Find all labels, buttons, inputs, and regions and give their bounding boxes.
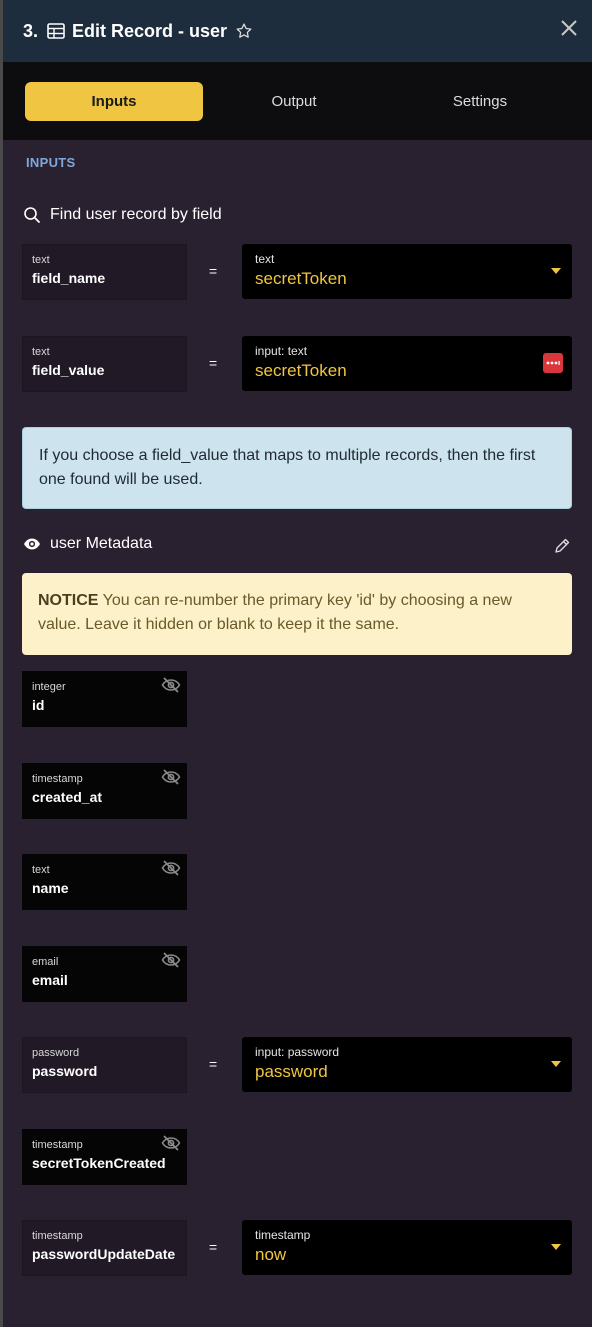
- notice-text: You can re-number the primary key 'id' b…: [38, 592, 512, 633]
- more-options-icon[interactable]: [543, 353, 563, 373]
- panel-header: 3. Edit Record - user: [0, 0, 592, 62]
- pencil-icon[interactable]: [553, 537, 571, 555]
- metadata-heading: user Metadata: [23, 535, 152, 553]
- field-type: text: [32, 864, 50, 876]
- notice-callout: NOTICE You can re-number the primary key…: [22, 573, 572, 655]
- value-text: now: [255, 1245, 287, 1264]
- value-text: secretToken: [255, 269, 347, 288]
- eye-icon: [24, 538, 40, 550]
- value-type-label: text: [255, 252, 275, 266]
- field-type: email: [32, 956, 59, 968]
- chevron-down-icon: [551, 268, 561, 274]
- eye-off-icon[interactable]: [161, 1135, 181, 1151]
- record-field-name: text name: [22, 854, 187, 910]
- record-field-created-at: timestamp created_at: [22, 763, 187, 819]
- field-name: field_value: [32, 362, 105, 378]
- page-title: Edit Record - user: [72, 20, 228, 41]
- info-callout: If you choose a field_value that maps to…: [22, 427, 572, 509]
- value-text: secretToken: [255, 361, 347, 380]
- value-text: password: [255, 1062, 328, 1081]
- value-type-label: input: text: [255, 344, 308, 358]
- field-value-input[interactable]: input: text secretToken: [242, 336, 572, 391]
- field-type: timestamp: [32, 773, 83, 785]
- field-name: created_at: [32, 789, 103, 805]
- tab-output[interactable]: Output: [205, 82, 383, 121]
- value-type-label: timestamp: [255, 1228, 311, 1242]
- field-name: name: [32, 880, 69, 896]
- record-field-email: email email: [22, 946, 187, 1002]
- tab-bar: Inputs Output Settings: [0, 62, 592, 140]
- record-field-password-update-date: timestamp passwordUpdateDate: [22, 1220, 187, 1276]
- field-type: timestamp: [32, 1139, 83, 1151]
- field-name: id: [32, 697, 45, 713]
- field-name: secretTokenCreated: [32, 1155, 166, 1171]
- field-type: text: [32, 254, 50, 266]
- record-field-secret-token-created: timestamp secretTokenCreated: [22, 1129, 187, 1185]
- eye-off-icon[interactable]: [161, 677, 181, 693]
- eye-off-icon[interactable]: [161, 952, 181, 968]
- field-type: timestamp: [32, 1230, 83, 1242]
- record-field-id: integer id: [22, 671, 187, 727]
- field-value-box: text field_value: [22, 336, 187, 392]
- search-icon: [24, 207, 40, 223]
- equals-sign: =: [209, 1239, 218, 1255]
- table-icon: [47, 23, 65, 39]
- equals-sign: =: [209, 1056, 218, 1072]
- tab-settings[interactable]: Settings: [391, 82, 569, 121]
- find-heading-label: Find user record by field: [50, 206, 222, 223]
- field-type: text: [32, 346, 50, 358]
- equals-sign: =: [209, 263, 218, 279]
- find-heading: Find user record by field: [23, 206, 222, 224]
- password-update-date-select[interactable]: timestamp now: [242, 1220, 572, 1275]
- equals-sign: =: [209, 355, 218, 371]
- eye-off-icon[interactable]: [161, 860, 181, 876]
- field-name-box: text field_name: [22, 244, 187, 300]
- password-select[interactable]: input: password password: [242, 1037, 572, 1092]
- panel-left-border: [0, 140, 3, 1327]
- chevron-down-icon: [551, 1244, 561, 1250]
- eye-off-icon[interactable]: [161, 769, 181, 785]
- field-type: password: [32, 1047, 80, 1059]
- field-name: email: [32, 972, 68, 988]
- field-type: integer: [32, 681, 66, 693]
- chevron-down-icon: [551, 1061, 561, 1067]
- notice-title: NOTICE: [38, 592, 99, 609]
- step-number: 3.: [23, 20, 39, 41]
- value-type-label: input: password: [255, 1045, 340, 1059]
- tab-inputs[interactable]: Inputs: [25, 82, 203, 121]
- field-name-select[interactable]: text secretToken: [242, 244, 572, 299]
- field-name: password: [32, 1063, 98, 1079]
- star-icon[interactable]: [235, 22, 253, 40]
- header-title-group: 3. Edit Record - user: [23, 21, 253, 42]
- record-field-password: password password: [22, 1037, 187, 1093]
- field-name: passwordUpdateDate: [32, 1246, 176, 1262]
- field-name: field_name: [32, 270, 106, 286]
- metadata-heading-label: user Metadata: [50, 535, 153, 552]
- inputs-section-label: INPUTS: [26, 155, 76, 170]
- close-icon[interactable]: [560, 19, 578, 37]
